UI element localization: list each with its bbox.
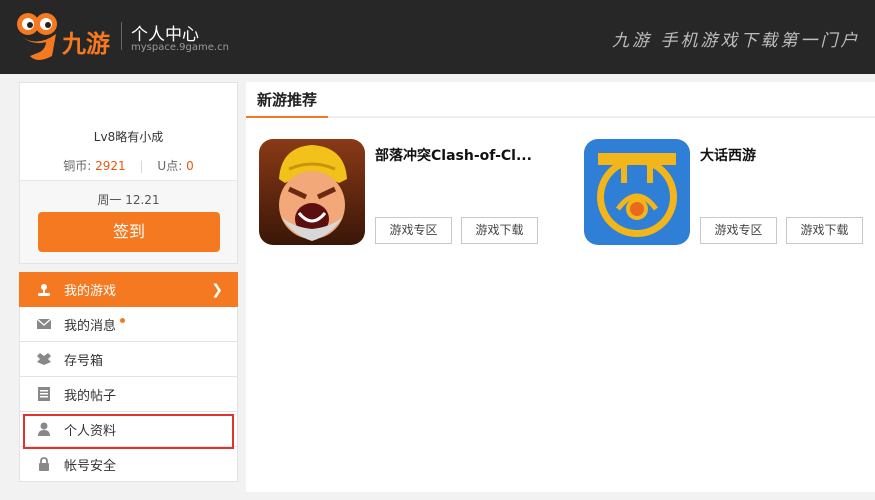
document-icon xyxy=(37,387,51,401)
sidebar-item-label: 我的消息 xyxy=(64,318,117,334)
u-points-value: 0 xyxy=(186,159,194,173)
page-bottom-margin xyxy=(0,492,875,500)
sidebar-item-label: 我的游戏 xyxy=(64,284,117,299)
game-name[interactable]: 大话西游 xyxy=(700,145,756,165)
sidebar-item-my-posts[interactable]: 我的帖子 xyxy=(19,377,238,412)
game-icon-westward-journey[interactable] xyxy=(584,139,690,245)
mail-icon xyxy=(37,317,51,331)
game-download-button[interactable]: 游戏下载 xyxy=(786,217,863,244)
sign-in-button[interactable]: 签到 xyxy=(38,212,220,252)
game-card: 大话西游 游戏专区 游戏下载 xyxy=(584,139,874,245)
profile-card: Lv8略有小成 铜币: 2921 | U点: 0 周一 12.21 签到 xyxy=(19,82,238,264)
stats-separator: | xyxy=(139,159,144,173)
user-stats: 铜币: 2921 | U点: 0 xyxy=(20,157,237,174)
coins-label: 铜币: xyxy=(63,159,92,173)
game-zone-button[interactable]: 游戏专区 xyxy=(700,217,777,244)
9game-logo[interactable]: 九游 xyxy=(12,8,116,64)
brand-text: 九游 xyxy=(61,30,110,58)
sidebar-item-label: 个人资料 xyxy=(64,423,117,439)
sidebar-item-account-box[interactable]: 存号箱 xyxy=(19,342,238,377)
chevron-right-icon: ❯ xyxy=(211,282,223,298)
checkin-date: 周一 12.21 xyxy=(97,193,160,207)
user-level: Lv8略有小成 xyxy=(93,130,164,144)
logo-divider xyxy=(121,22,122,50)
game-card: 部落冲突Clash-of-Cl... 游戏专区 游戏下载 xyxy=(259,139,559,245)
sidebar-item-my-messages[interactable]: 我的消息 xyxy=(19,307,238,342)
sidebar-item-account-security[interactable]: 帐号安全 xyxy=(19,447,238,482)
sidebar-item-label: 帐号安全 xyxy=(64,458,117,474)
game-download-button[interactable]: 游戏下载 xyxy=(461,217,538,244)
section-title: 新游推荐 xyxy=(246,82,329,118)
game-icon-clash-of-clans[interactable] xyxy=(259,139,365,245)
coins-value: 2921 xyxy=(95,159,126,173)
game-name[interactable]: 部落冲突Clash-of-Cl... xyxy=(375,145,532,165)
sidebar-menu: 我的游戏 ❯ 我的消息 存号箱 我的帖子 个人资料 帐号安全 xyxy=(19,272,238,482)
joystick-icon xyxy=(37,283,51,297)
sidebar-item-profile[interactable]: 个人资料 xyxy=(19,412,238,447)
game-zone-button[interactable]: 游戏专区 xyxy=(375,217,452,244)
box-icon xyxy=(37,352,51,366)
sidebar-item-my-games[interactable]: 我的游戏 ❯ xyxy=(19,272,238,307)
unread-dot xyxy=(120,317,126,323)
user-icon xyxy=(37,422,51,436)
section-header: 新游推荐 xyxy=(246,82,875,118)
lock-icon xyxy=(37,457,51,471)
top-header: 九游 个人中心 myspace.9game.cn 九游 手机游戏下载第一门户 xyxy=(0,0,875,74)
header-subtitle: myspace.9game.cn xyxy=(131,42,229,53)
checkin-panel: 周一 12.21 签到 xyxy=(20,180,237,263)
sidebar-item-label: 存号箱 xyxy=(64,353,104,369)
u-points-label: U点: xyxy=(157,159,183,173)
main-content: 新游推荐 部落冲突Clash-of-Cl... 游戏专区 游戏下载 大话西游 游… xyxy=(246,82,875,492)
sidebar-item-label: 我的帖子 xyxy=(64,388,117,404)
header-slogan: 九游 手机游戏下载第一门户 xyxy=(612,31,861,51)
